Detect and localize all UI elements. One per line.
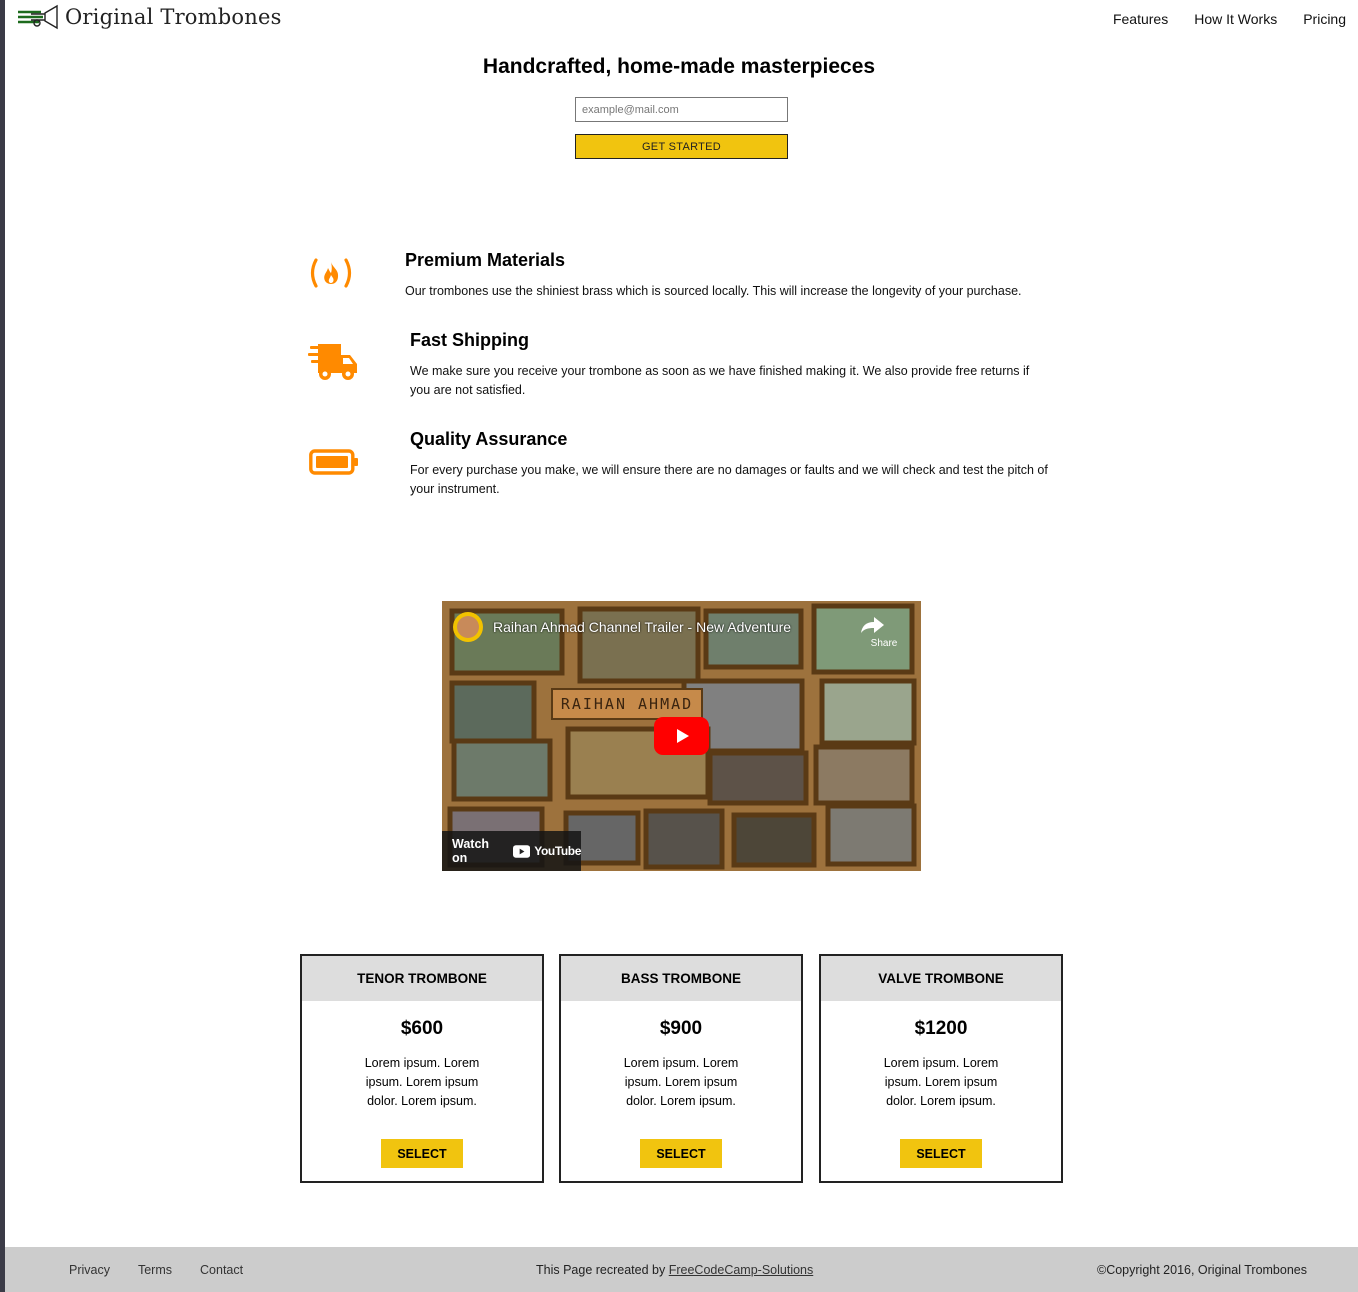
footer-links: Privacy Terms Contact (69, 1263, 243, 1277)
card-title: TENOR TROMBONE (302, 956, 542, 1001)
feature-title: Fast Shipping (410, 330, 529, 350)
feature-title: Premium Materials (405, 250, 566, 270)
footer-link-privacy[interactable]: Privacy (69, 1263, 110, 1277)
copyright-text: ©Copyright 2016, Original Trombones (1096, 1263, 1307, 1277)
footer-link-contact[interactable]: Contact (200, 1263, 243, 1277)
youtube-wordmark: YouTube (534, 844, 581, 858)
video-title[interactable]: Raihan Ahmad Channel Trailer - New Adven… (493, 619, 791, 635)
brand-name: Original Trombones (65, 5, 282, 29)
pricing-card-valve: VALVE TROMBONE $1200 Lorem ipsum. Lorem … (819, 954, 1063, 1183)
share-label: Share (871, 638, 898, 649)
select-tenor-button[interactable]: SELECT (381, 1139, 463, 1168)
get-started-button[interactable]: GET STARTED (575, 134, 788, 159)
video-board-text: RAIHAN AHMAD (561, 695, 693, 713)
battery-icon (309, 449, 358, 475)
card-price: $1200 (914, 1018, 968, 1039)
card-price: $600 (400, 1018, 444, 1039)
footer-credit: This Page recreated by FreeCodeCamp-Solu… (536, 1263, 813, 1277)
watch-on-label: Watch on (452, 837, 490, 865)
watch-on-youtube-button[interactable]: Watch on YouTube (442, 831, 581, 871)
card-title: VALVE TROMBONE (821, 956, 1061, 1001)
feature-title: Quality Assurance (410, 429, 568, 449)
credit-prefix: This Page recreated by (536, 1263, 666, 1277)
select-valve-button[interactable]: SELECT (900, 1139, 982, 1168)
email-input[interactable] (575, 97, 788, 122)
nav-link-how-it-works[interactable]: How It Works (1194, 11, 1277, 27)
nav-link-features[interactable]: Features (1113, 11, 1168, 27)
footer-link-terms[interactable]: Terms (138, 1263, 172, 1277)
top-nav: Features How It Works Pricing (1113, 11, 1346, 27)
play-button-icon (654, 717, 709, 755)
card-title: BASS TROMBONE (561, 956, 801, 1001)
feature-description: Our trombones use the shiniest brass whi… (405, 284, 1022, 298)
select-bass-button[interactable]: SELECT (640, 1139, 722, 1168)
nav-link-pricing[interactable]: Pricing (1303, 11, 1346, 27)
footer: Privacy Terms Contact This Page recreate… (5, 1247, 1358, 1292)
pricing-card-bass: BASS TROMBONE $900 Lorem ipsum. Lorem ip… (559, 954, 803, 1183)
pricing-card-tenor: TENOR TROMBONE $600 Lorem ipsum. Lorem i… (300, 954, 544, 1183)
feature-description: We make sure you receive your trombone a… (410, 364, 1030, 397)
fire-icon (310, 258, 352, 288)
credit-link[interactable]: FreeCodeCamp-Solutions (669, 1263, 814, 1277)
card-price: $900 (659, 1018, 703, 1039)
feature-description: For every purchase you make, we will ens… (410, 463, 1048, 496)
trombone-icon (18, 4, 58, 30)
shipping-truck-icon (308, 344, 357, 380)
card-description: Lorem ipsum. Lorem ipsum. Lorem ipsum do… (883, 1056, 999, 1108)
card-description: Lorem ipsum. Lorem ipsum. Lorem ipsum do… (364, 1056, 480, 1108)
window-left-edge (0, 0, 5, 1292)
youtube-logo-icon (513, 844, 531, 858)
video-embed[interactable]: RAIHAN AHMAD Share Raihan Ahmad Channel … (442, 601, 921, 871)
brand-logo[interactable]: Original Trombones (17, 3, 282, 31)
header: Original Trombones Features How It Works… (5, 0, 1358, 40)
card-description: Lorem ipsum. Lorem ipsum. Lorem ipsum do… (623, 1056, 739, 1108)
hero-title: Handcrafted, home-made masterpieces (482, 55, 876, 78)
